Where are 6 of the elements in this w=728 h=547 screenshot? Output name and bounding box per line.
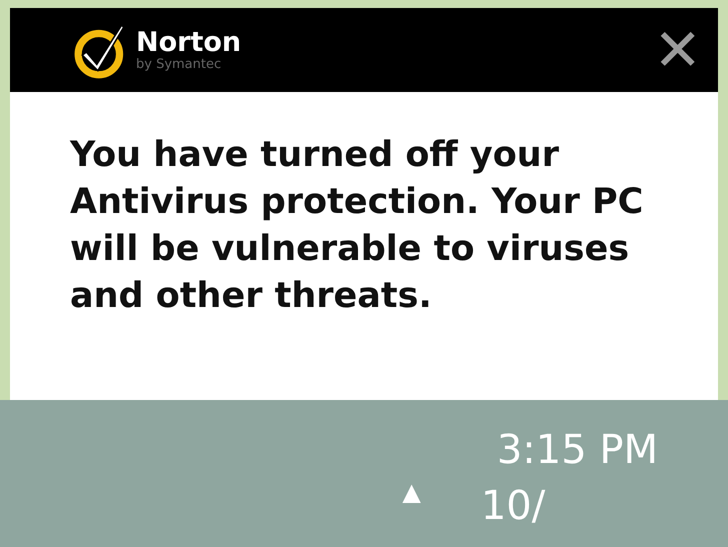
clock-time: 3:15 PM — [496, 426, 658, 475]
close-button[interactable]: ✕ — [653, 21, 702, 79]
notification-message: You have turned off your Antivirus protection. Your PC will be vulnerable to viruses and other threats. — [70, 134, 644, 318]
brand-name: Norton — [136, 28, 242, 58]
clock-date: 10/ — [480, 482, 546, 531]
brand-subtitle: by Symantec — [136, 58, 222, 72]
